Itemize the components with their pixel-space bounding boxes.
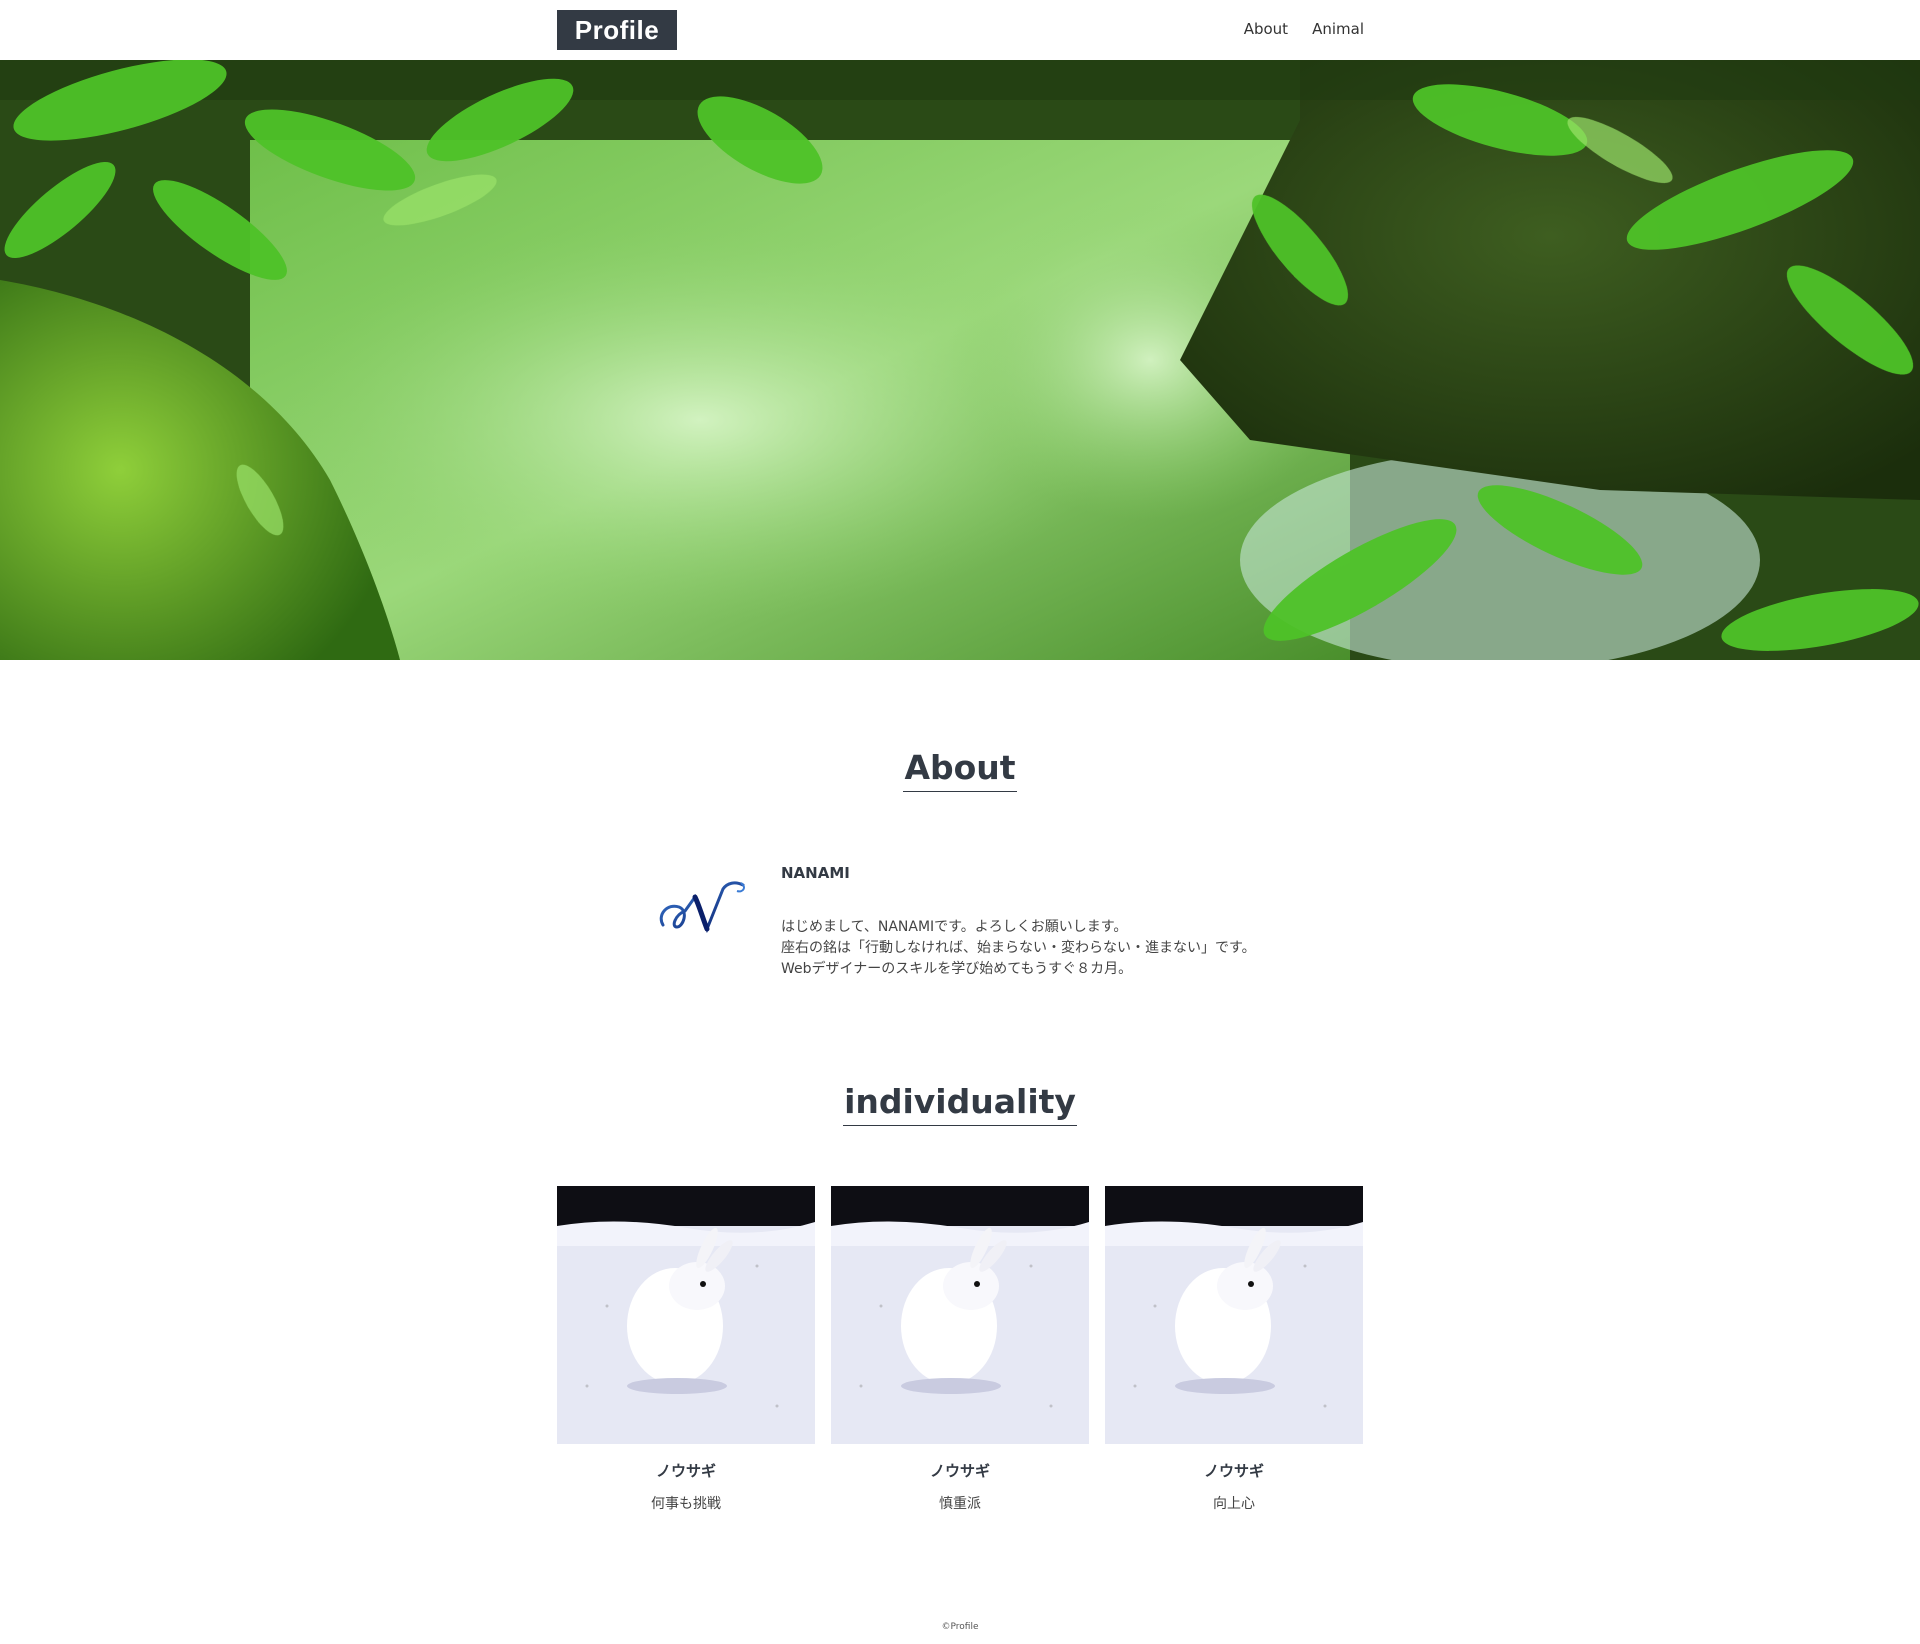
main-nav: About Animal: [1244, 20, 1364, 38]
site-header: Profile About Animal: [0, 0, 1920, 60]
about-text: はじめまして、NANAMIです。よろしくお願いします。 座右の銘は「行動しなけれ…: [781, 917, 1256, 980]
about-text-line: はじめまして、NANAMIです。よろしくお願いします。: [781, 919, 1128, 935]
about-heading-wrap: About: [0, 748, 1920, 792]
about-name: NANAMI: [781, 864, 850, 882]
hare-photo: [1105, 1186, 1363, 1444]
animal-card: ノウサギ 何事も挑戦: [557, 1186, 815, 1513]
animal-card: ノウサギ 慎重派: [831, 1186, 1089, 1513]
site-logo[interactable]: Profile: [557, 10, 677, 50]
hare-photo: [831, 1186, 1089, 1444]
card-title: ノウサギ: [1203, 1462, 1264, 1480]
nav-link-animal[interactable]: Animal: [1312, 20, 1364, 38]
about-heading: About: [903, 748, 1017, 792]
individuality-heading-wrap: individuality: [0, 1082, 1920, 1126]
about-text-line: Webデザイナーのスキルを学び始めてもうすぐ８カ月。: [781, 961, 1133, 977]
hero-image: [0, 60, 1920, 660]
card-desc: 慎重派: [939, 1496, 981, 1512]
animal-card: ノウサギ 向上心: [1105, 1186, 1363, 1513]
about-text-line: 座右の銘は「行動しなければ、始まらない・変わらない・進まない」です。: [781, 940, 1256, 956]
card-desc: 何事も挑戦: [651, 1496, 721, 1512]
card-title: ノウサギ: [655, 1462, 716, 1480]
nav-link-about[interactable]: About: [1244, 20, 1288, 38]
card-title: ノウサギ: [929, 1462, 990, 1480]
hare-photo: [557, 1186, 815, 1444]
footer-copyright: ©Profile: [941, 1622, 979, 1632]
individuality-heading: individuality: [843, 1082, 1077, 1126]
script-letter-n-logo-icon: [655, 875, 755, 945]
card-desc: 向上心: [1213, 1496, 1255, 1512]
